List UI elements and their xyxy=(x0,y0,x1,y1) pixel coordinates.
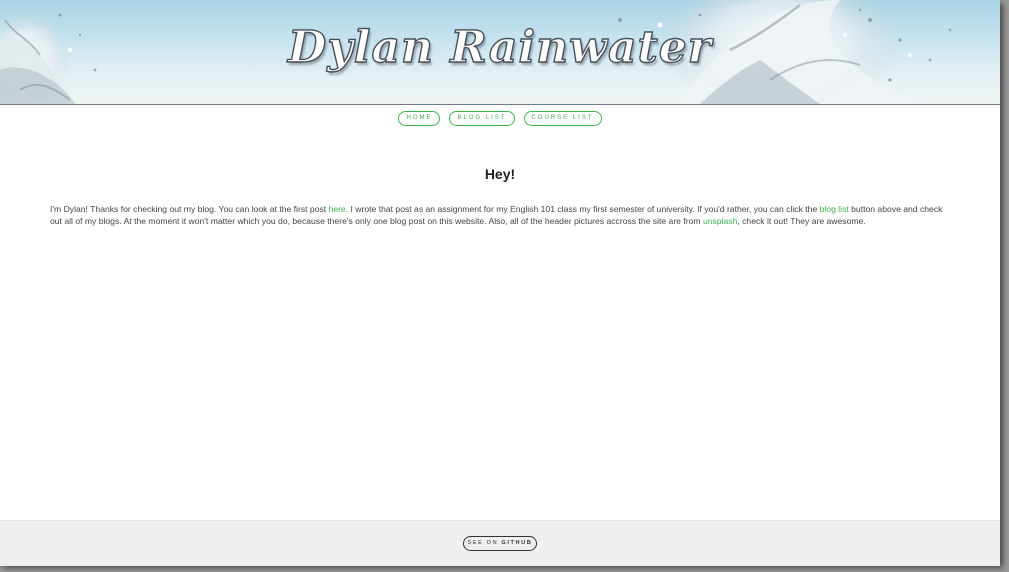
site-title: Dylan Rainwater xyxy=(287,21,712,73)
intro-paragraph: I'm Dylan! Thanks for checking out my bl… xyxy=(50,203,956,228)
github-button-bold: GITHUB xyxy=(501,540,533,546)
nav-course-list-button[interactable]: COURSE LIST xyxy=(523,111,602,126)
nav-blog-list-label: BLOG LIST xyxy=(457,115,507,121)
see-on-github-button[interactable]: SEE ON GITHUB xyxy=(463,536,537,551)
top-nav: HOME BLOG LIST COURSE LIST xyxy=(0,111,1000,126)
unsplash-link[interactable]: unsplash xyxy=(703,216,737,226)
page-heading: Hey! xyxy=(484,166,516,182)
blog-list-link[interactable]: blog list xyxy=(820,204,849,214)
nav-blog-list-button[interactable]: BLOG LIST xyxy=(449,111,515,126)
github-button-prefix: SEE ON xyxy=(467,540,502,546)
nav-home-button[interactable]: HOME xyxy=(398,111,441,126)
intro-text-2: . I wrote that post as an assignment for… xyxy=(345,204,820,214)
header-banner: Dylan Rainwater xyxy=(0,0,1000,105)
footer: SEE ON GITHUB xyxy=(0,520,1000,566)
nav-home-label: HOME xyxy=(406,115,433,121)
intro-text-1: I'm Dylan! Thanks for checking out my bl… xyxy=(50,204,329,214)
first-post-link[interactable]: here xyxy=(329,204,346,214)
intro-text-4: , check it out! They are awesome. xyxy=(737,216,866,227)
page: Dylan Rainwater HOME BLOG LIST COURSE LI… xyxy=(0,0,1000,566)
nav-course-list-label: COURSE LIST xyxy=(531,115,594,121)
